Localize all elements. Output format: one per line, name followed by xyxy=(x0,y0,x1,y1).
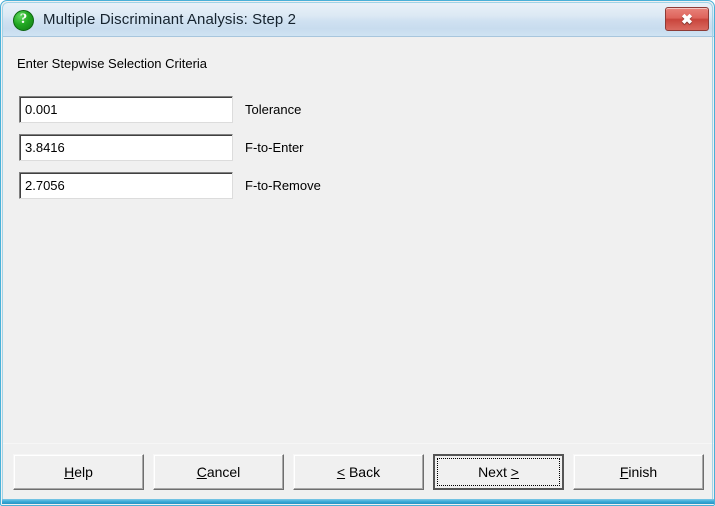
question-mark-icon: ? xyxy=(13,10,34,31)
field-row-tolerance: Tolerance xyxy=(3,96,714,123)
finish-button[interactable]: Finish xyxy=(573,454,704,490)
title-bar[interactable]: ? Multiple Discriminant Analysis: Step 2… xyxy=(3,3,714,37)
close-icon: ✖ xyxy=(681,11,693,27)
back-button[interactable]: < Back xyxy=(293,454,424,490)
back-button-label: < Back xyxy=(336,464,381,480)
help-button[interactable]: Help xyxy=(13,454,144,490)
cancel-button-label: Cancel xyxy=(196,464,241,480)
cancel-button[interactable]: Cancel xyxy=(153,454,284,490)
f-to-remove-input[interactable] xyxy=(19,172,233,199)
tolerance-input[interactable] xyxy=(19,96,233,123)
tolerance-label: Tolerance xyxy=(245,102,302,117)
close-button[interactable]: ✖ xyxy=(665,7,709,31)
field-row-f-to-enter: F-to-Enter xyxy=(3,134,714,161)
dialog-button-bar: Help Cancel < Back Next > Finish xyxy=(3,443,714,502)
next-button-label: Next > xyxy=(478,464,519,480)
dialog-window: ? Multiple Discriminant Analysis: Step 2… xyxy=(0,0,715,506)
button-bar-separator xyxy=(3,443,714,444)
section-heading: Enter Stepwise Selection Criteria xyxy=(17,56,208,71)
window-title: Multiple Discriminant Analysis: Step 2 xyxy=(43,11,297,28)
question-mark-glyph: ? xyxy=(19,11,28,27)
next-button[interactable]: Next > xyxy=(433,454,564,490)
f-to-remove-label: F-to-Remove xyxy=(245,178,321,193)
finish-button-label: Finish xyxy=(619,464,658,480)
dialog-client-area: Enter Stepwise Selection Criteria Tolera… xyxy=(3,38,714,502)
window-bottom-accent xyxy=(2,499,714,504)
f-to-enter-input[interactable] xyxy=(19,134,233,161)
help-button-label: Help xyxy=(64,464,93,480)
field-row-f-to-remove: F-to-Remove xyxy=(3,172,714,199)
f-to-enter-label: F-to-Enter xyxy=(245,140,304,155)
